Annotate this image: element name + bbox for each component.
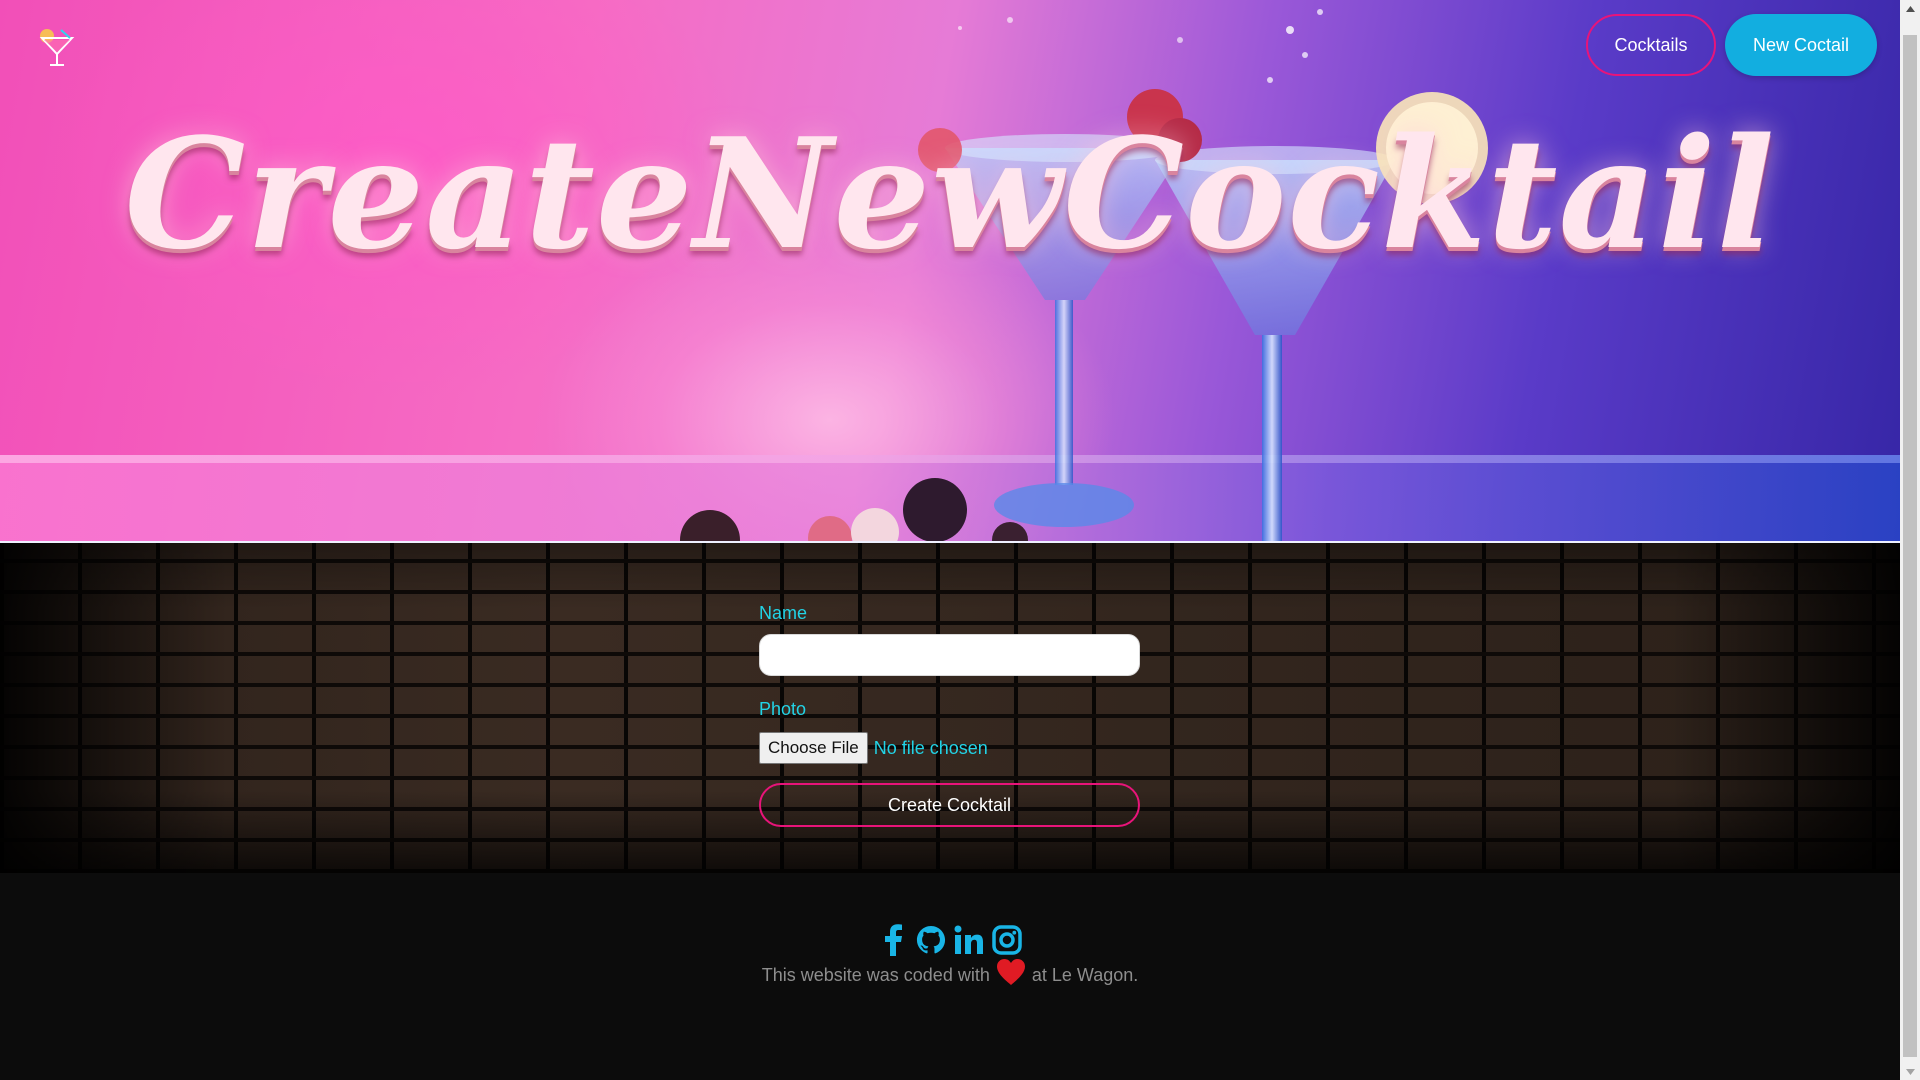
scroll-down-arrow-icon[interactable] [1900,1063,1920,1080]
name-label: Name [759,603,808,623]
scroll-up-arrow-icon[interactable] [1900,0,1920,17]
choose-file-button[interactable]: Choose File [759,732,868,764]
scrollbar-thumb[interactable] [1903,35,1917,1057]
form-section: Name Photo Choose File No file chosen Cr… [0,543,1900,873]
footer-credit: This website was coded with at Le Wagon. [0,958,1900,986]
file-status: No file chosen [873,737,988,758]
nav-new-cocktail-button[interactable]: New Coctail [1725,14,1877,76]
facebook-icon[interactable] [878,923,908,957]
cocktail-glass-icon[interactable] [34,24,80,70]
page-scrollbar[interactable] [1900,0,1920,1080]
credit-prefix: This website was coded with [761,965,990,985]
hero-banner: CreateNewCocktail Cocktails New Coctail [0,0,1900,543]
social-links [0,923,1900,957]
heart-icon [996,958,1026,986]
photo-label: Photo [759,699,807,719]
create-cocktail-button[interactable]: Create Cocktail [759,783,1140,827]
page-title: CreateNewCocktail [124,104,1776,283]
name-input[interactable] [759,634,1140,676]
instagram-icon[interactable] [992,923,1022,957]
photo-file-input: Choose File No file chosen [759,732,988,764]
github-icon[interactable] [916,923,946,957]
new-cocktail-form: Name Photo Choose File No file chosen Cr… [759,543,1140,873]
nav-cocktails-button[interactable]: Cocktails [1586,14,1716,76]
page: CreateNewCocktail Cocktails New Coctail … [0,0,1900,1080]
footer: This website was coded with at Le Wagon. [0,873,1900,1080]
linkedin-icon[interactable] [954,923,984,957]
credit-suffix: at Le Wagon. [1031,965,1139,985]
